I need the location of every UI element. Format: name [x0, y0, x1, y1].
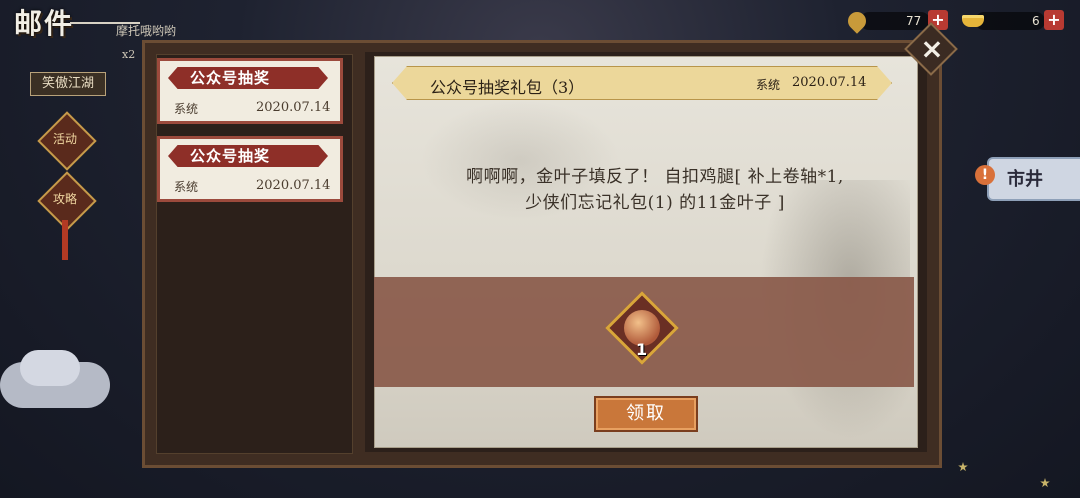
mail-item-title: 公众号抽奖: [168, 145, 328, 167]
tassel-decoration: [62, 220, 68, 260]
letter-body-line: 啊啊啊，金叶子填反了！ 自扣鸡腿[ 补上卷轴*1,: [466, 167, 844, 187]
claim-button[interactable]: 领取: [594, 396, 698, 432]
title-subtitle: 摩托哦哟哟: [116, 24, 177, 38]
mail-list-item[interactable]: 公众号抽奖 系统 2020.07.14: [157, 136, 343, 202]
mail-item-sender: 系统: [174, 102, 199, 116]
letter-sender: 系统: [756, 78, 781, 92]
guide-pendant-label: 攻略: [52, 192, 77, 206]
market-button[interactable]: 市井 !: [975, 157, 1080, 201]
cloud-decoration: [20, 350, 80, 386]
multiplier-badge: x2: [122, 48, 136, 61]
events-pendant-label: 活动: [52, 132, 77, 146]
alert-icon: !: [975, 165, 995, 185]
add-ingot-button[interactable]: +: [1044, 10, 1064, 30]
star-icon: [1040, 478, 1050, 488]
server-label[interactable]: 笑傲江湖: [30, 72, 106, 96]
gold-ingot-icon: [962, 15, 984, 27]
reward-count: 1: [636, 340, 648, 359]
market-label: 市井: [1007, 169, 1043, 190]
mail-item-date: 2020.07.14: [256, 100, 331, 115]
star-icon: [958, 462, 968, 472]
leaf-currency-value: 77: [906, 14, 922, 28]
letter-body: 啊啊啊，金叶子填反了！ 自扣鸡腿[ 补上卷轴*1, 少侠们忘记礼包(1) 的11…: [420, 164, 890, 216]
mail-list-item[interactable]: 公众号抽奖 系统 2020.07.14: [157, 58, 343, 124]
mail-title: 邮件: [14, 7, 75, 40]
ingot-currency-value: 6: [1032, 14, 1040, 28]
mail-item-title: 公众号抽奖: [168, 67, 328, 89]
letter-title: 公众号抽奖礼包（3）: [430, 78, 585, 97]
mail-item-date: 2020.07.14: [256, 178, 331, 193]
letter-body-line: 少侠们忘记礼包(1) 的11金叶子 ]: [525, 193, 785, 213]
close-icon[interactable]: ×: [920, 32, 944, 65]
mail-item-sender: 系统: [174, 180, 199, 194]
letter-date: 2020.07.14: [792, 75, 867, 90]
